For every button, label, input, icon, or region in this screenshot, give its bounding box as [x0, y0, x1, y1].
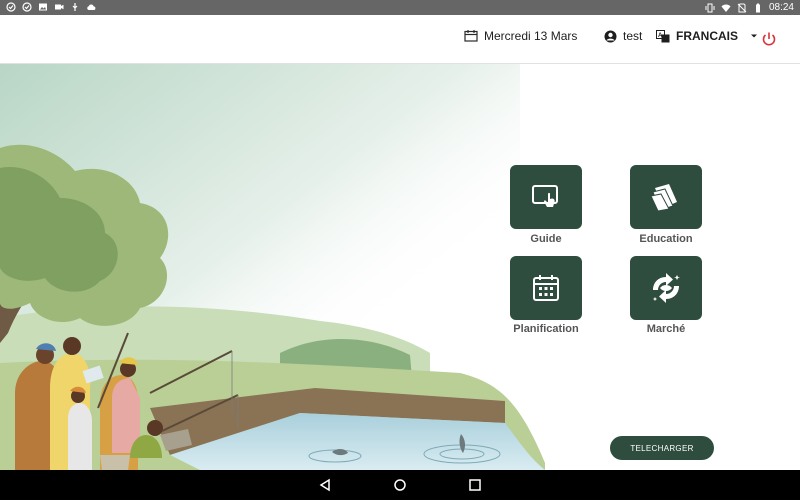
usb-icon [72, 3, 78, 11]
calendar-icon [533, 275, 559, 301]
marche-tile[interactable] [630, 256, 702, 320]
current-date: Mercredi 13 Mars [464, 29, 577, 43]
vibrate-icon [705, 3, 715, 12]
status-bar-system: 08:24 [705, 2, 794, 13]
no-sim-icon [737, 3, 747, 12]
planification-tile[interactable] [510, 256, 582, 320]
book-pages-icon [650, 184, 677, 212]
status-bar-notifications [6, 2, 96, 12]
fish-cycle-icon [652, 273, 680, 303]
back-icon[interactable] [318, 478, 332, 492]
status-bar: 08:24 [0, 0, 800, 15]
education-label[interactable]: Education [606, 233, 726, 245]
svg-text:A: A [658, 33, 663, 39]
username-label: test [623, 29, 643, 43]
user-menu[interactable]: test [604, 29, 642, 43]
battery-icon [755, 3, 760, 12]
education-tile[interactable] [630, 165, 702, 229]
logout-power-icon[interactable] [760, 30, 778, 48]
download-button[interactable]: TELECHARGER [610, 436, 714, 460]
calendar-small-icon [464, 30, 478, 42]
user-avatar-icon [604, 30, 617, 42]
planification-label[interactable]: Planification [486, 323, 606, 335]
app-logo [12, 21, 43, 53]
video-icon [55, 4, 64, 10]
language-label: FRANCAIS [676, 29, 738, 43]
check-circle-icon [22, 2, 32, 12]
app-header: Mercredi 13 Mars test A FRANCAIS [0, 15, 800, 64]
guide-tile[interactable] [510, 165, 582, 229]
guide-label[interactable]: Guide [486, 233, 606, 245]
check-circle-icon [6, 2, 16, 12]
marche-label[interactable]: Marché [606, 323, 726, 335]
wifi-icon [721, 3, 731, 12]
recent-apps-icon[interactable] [468, 478, 482, 492]
translate-icon: A [656, 29, 670, 42]
home-icon[interactable] [393, 478, 407, 492]
chevron-down-icon [751, 34, 757, 38]
touch-screen-icon [532, 185, 558, 207]
language-selector[interactable]: A FRANCAIS [656, 29, 760, 43]
android-nav-bar [0, 470, 800, 500]
status-time: 08:24 [768, 2, 794, 13]
date-label: Mercredi 13 Mars [484, 29, 578, 43]
image-icon [39, 3, 47, 11]
cloud-icon [87, 4, 96, 10]
